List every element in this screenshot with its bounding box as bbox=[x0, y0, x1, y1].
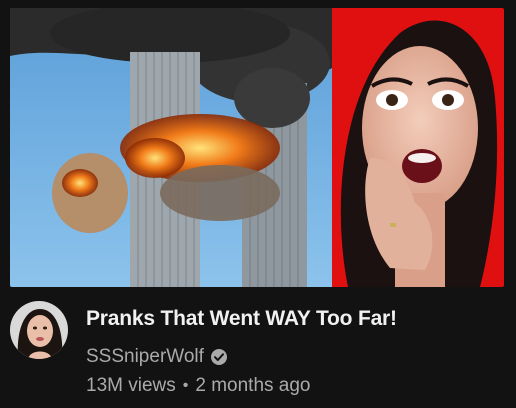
video-card[interactable]: Pranks That Went WAY Too Far! SSSniperWo… bbox=[0, 0, 516, 408]
verified-check-icon bbox=[210, 348, 228, 366]
video-stats: 13M views • 2 months ago bbox=[86, 374, 311, 398]
channel-avatar[interactable] bbox=[10, 301, 68, 359]
avatar-image bbox=[10, 301, 68, 359]
channel-row: SSSniperWolf bbox=[86, 345, 228, 369]
upload-age: 2 months ago bbox=[195, 375, 311, 396]
video-title[interactable]: Pranks That Went WAY Too Far! bbox=[86, 307, 506, 331]
video-thumbnail[interactable] bbox=[10, 8, 504, 287]
thumbnail-image bbox=[10, 8, 504, 287]
video-metadata: Pranks That Went WAY Too Far! SSSniperWo… bbox=[0, 287, 516, 408]
stats-separator: • bbox=[182, 377, 189, 394]
view-count: 13M views bbox=[86, 375, 176, 396]
channel-name[interactable]: SSSniperWolf bbox=[86, 346, 204, 368]
